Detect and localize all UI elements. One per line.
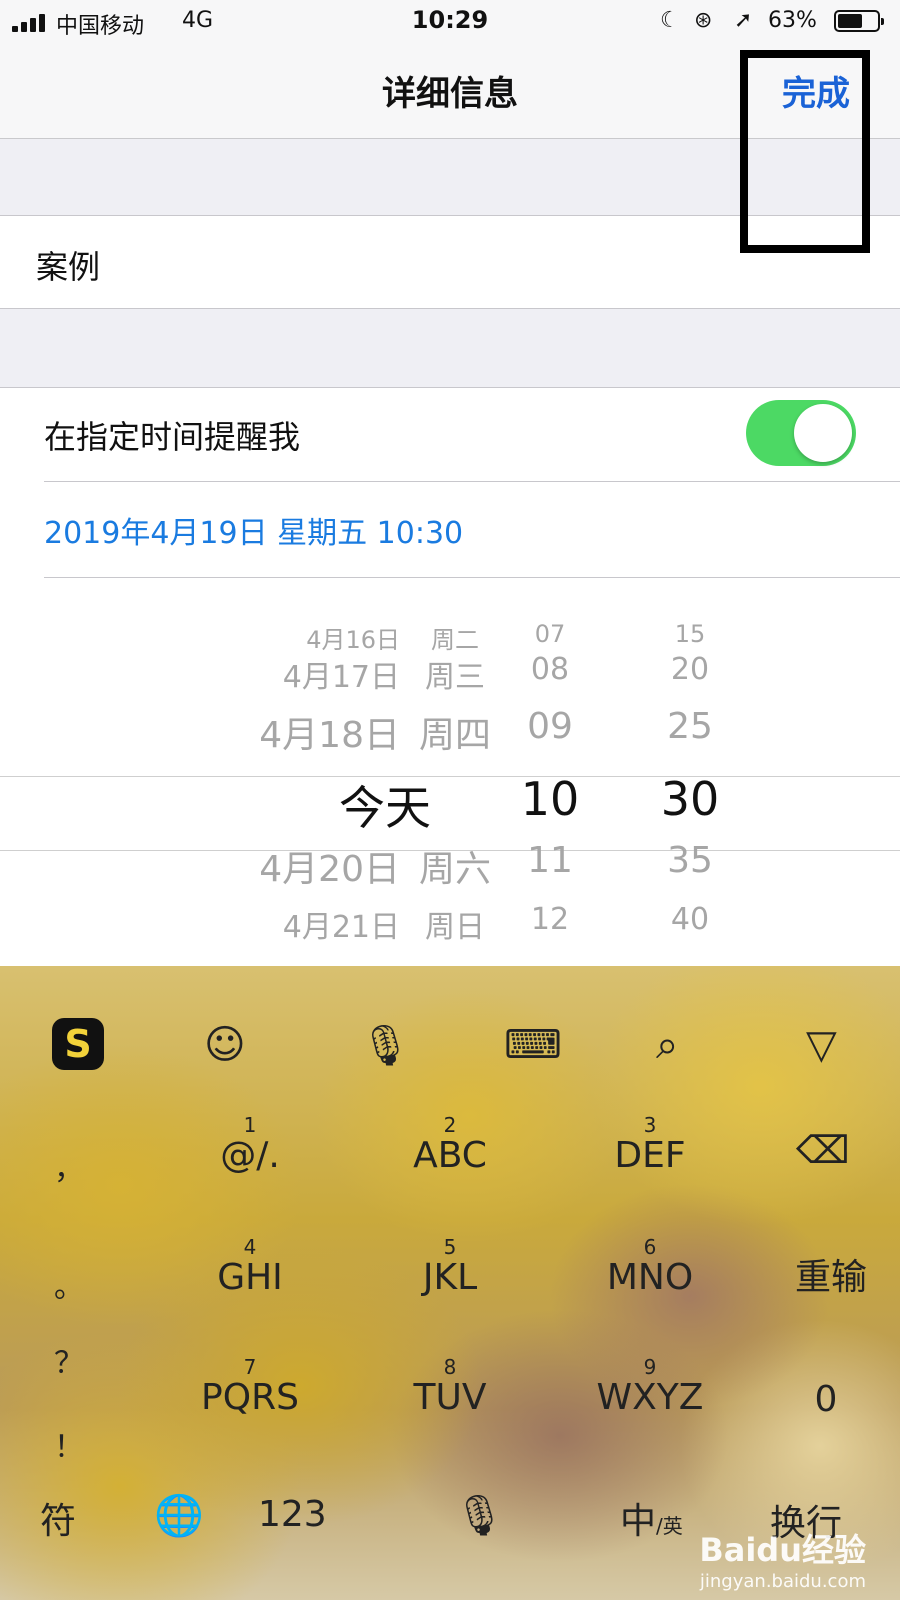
picker-date: 4月18日 (259, 715, 400, 756)
picker-minute: 25 (667, 706, 713, 747)
key-number: 4 (243, 1235, 257, 1259)
key-number: 1 (243, 1113, 257, 1137)
key-letters: JKL (422, 1257, 478, 1298)
picker-date: 4月16日 (306, 626, 400, 654)
picker-day: 周日 (425, 910, 485, 945)
reinput-label: 重输 (794, 1257, 867, 1298)
keyboard-icon[interactable]: ⌨ (504, 1022, 562, 1068)
baidu-watermark: Baidu经验 jingyan.baidu.com (699, 1525, 866, 1592)
numbers-key[interactable]: 123 (258, 1494, 327, 1535)
reminder-title[interactable]: 案例 (36, 242, 100, 288)
watermark-url: jingyan.baidu.com (699, 1571, 866, 1592)
remind-cell: 在指定时间提醒我 (0, 388, 900, 480)
watermark-brand: Baidu经验 (699, 1531, 866, 1569)
zero-key[interactable]: 0 (786, 1380, 866, 1420)
highlight-box (740, 50, 870, 253)
picker-hour: 09 (527, 706, 573, 747)
picker-hour: 07 (534, 620, 566, 648)
picker-minute: 20 (670, 652, 710, 687)
key-number: 9 (643, 1355, 657, 1379)
comma-key[interactable]: ， (54, 1144, 84, 1188)
collapse-icon[interactable]: ▽ (806, 1022, 837, 1068)
picker-day: 周四 (418, 715, 491, 756)
picker-hour: 12 (530, 902, 570, 937)
space-microphone-icon[interactable]: 🎙 (454, 1492, 505, 1539)
toggle-knob (794, 404, 852, 462)
zero-label: 0 (814, 1379, 838, 1420)
picker-minute: 30 (660, 772, 720, 826)
status-bar: 中国移动 4G 10:29 ☾ ⊛ ➚ 63% (0, 0, 900, 44)
search-icon[interactable]: ⌕ (656, 1022, 678, 1068)
key-3[interactable]: 3 DEF (570, 1114, 730, 1176)
key-letters: GHI (217, 1257, 283, 1298)
question-key[interactable]: ？ (54, 1338, 84, 1382)
picker-date: 4月21日 (282, 910, 400, 945)
period-key[interactable]: 。 (54, 1262, 84, 1306)
exclamation-key[interactable]: ！ (54, 1422, 84, 1466)
location-icon: ➚ (734, 8, 753, 33)
key-number: 6 (643, 1235, 657, 1259)
key-2[interactable]: 2 ABC (370, 1114, 530, 1176)
picker-minute: 15 (674, 620, 706, 648)
rotation-lock-icon: ⊛ (694, 8, 713, 33)
key-9[interactable]: 9 WXYZ (570, 1356, 730, 1418)
remind-toggle[interactable] (746, 400, 856, 466)
picker-minute: 35 (667, 840, 713, 881)
symbols-key[interactable]: 符 (40, 1492, 76, 1544)
reinput-key[interactable]: 重输 (776, 1258, 886, 1298)
picker-date: 今天 (339, 781, 431, 835)
language-label: 中 (620, 1501, 657, 1542)
picker-day: 周六 (418, 849, 491, 890)
picker-day: 周三 (425, 660, 485, 695)
date-time-picker[interactable]: 4月16日 周二 07 15 4月17日 周三 08 20 4月18日 周四 09 25 今天 10 30 4… (0, 600, 900, 966)
date-cell[interactable]: 2019年4月19日 星期五 10:30 (0, 482, 900, 576)
status-time: 10:29 (411, 6, 489, 34)
key-letters: MNO (606, 1257, 694, 1298)
battery-icon (834, 10, 884, 32)
key-number: 2 (443, 1113, 457, 1137)
key-6[interactable]: 6 MNO (570, 1236, 730, 1298)
key-letters: PQRS (201, 1377, 299, 1418)
key-number: 3 (643, 1113, 657, 1137)
globe-icon[interactable]: 🌐 (154, 1492, 204, 1539)
key-letters: WXYZ (596, 1377, 704, 1418)
sogou-logo-icon[interactable]: S (52, 1018, 104, 1070)
key-number: 8 (443, 1355, 457, 1379)
picker-day: 周二 (431, 626, 479, 654)
key-letters: ABC (413, 1135, 487, 1176)
picker-date: 4月20日 (259, 849, 400, 890)
keyboard: S ☺ 🎙 ⌨ ⌕ ▽ ， 。 ？ ！ 1 @/. 2 ABC 3 DEF 4 GHI 5 JKL… (0, 966, 900, 1600)
delete-icon[interactable]: ⌫ (796, 1128, 850, 1172)
key-number: 5 (443, 1235, 457, 1259)
picker-hour: 08 (530, 652, 570, 687)
moon-icon: ☾ (660, 8, 680, 33)
picker-date: 4月17日 (282, 660, 400, 695)
key-1[interactable]: 1 @/. (170, 1114, 330, 1176)
picker-minute: 40 (670, 902, 710, 937)
picker-hour: 10 (520, 772, 580, 826)
language-sub-label: /英 (656, 1514, 683, 1538)
key-7[interactable]: 7 PQRS (170, 1356, 330, 1418)
divider (44, 577, 900, 578)
section-gap (0, 309, 900, 387)
emoji-icon[interactable]: ☺ (204, 1022, 246, 1068)
remind-label: 在指定时间提醒我 (44, 418, 301, 456)
battery-percent: 63% (768, 8, 817, 33)
key-4[interactable]: 4 GHI (170, 1236, 330, 1298)
key-5[interactable]: 5 JKL (370, 1236, 530, 1298)
language-key[interactable]: 中/英 (620, 1492, 683, 1544)
key-letters: TUV (413, 1377, 487, 1418)
picker-hour: 11 (527, 840, 573, 881)
key-number: 7 (243, 1355, 257, 1379)
key-letters: DEF (614, 1135, 686, 1176)
reminder-date[interactable]: 2019年4月19日 星期五 10:30 (44, 508, 463, 552)
microphone-icon[interactable]: 🎙 (360, 1022, 411, 1069)
key-8[interactable]: 8 TUV (370, 1356, 530, 1418)
key-letters: @/. (220, 1135, 280, 1176)
